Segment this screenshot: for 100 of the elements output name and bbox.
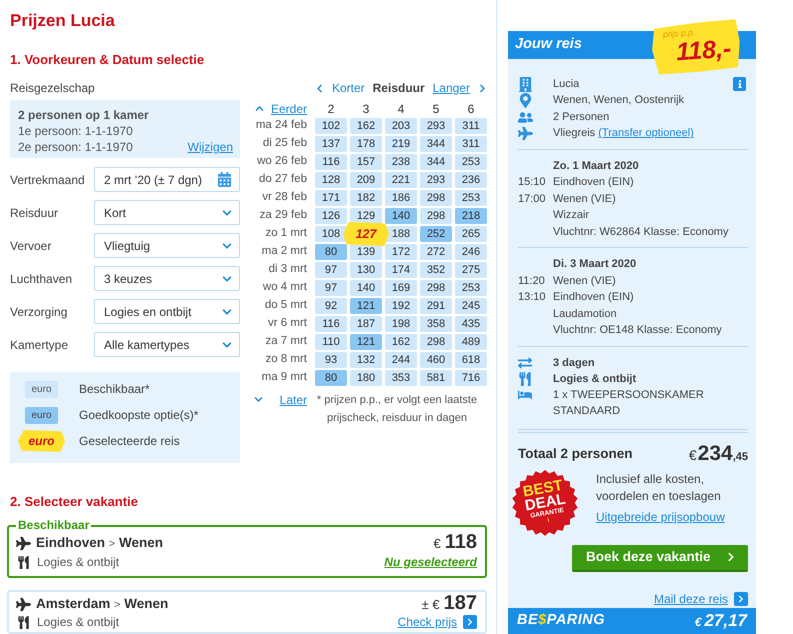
- price-cell[interactable]: 293: [420, 172, 452, 188]
- stay-text: 1 x TWEEPERSOONSKAMER STANDAARD: [553, 388, 705, 419]
- price-cell[interactable]: 716: [455, 370, 487, 386]
- price-cell[interactable]: 192: [385, 298, 417, 314]
- price-cell[interactable]: 489: [455, 334, 487, 350]
- price-cell[interactable]: 102: [315, 118, 347, 134]
- price-cell[interactable]: 128: [315, 172, 347, 188]
- price-cell[interactable]: 298: [420, 334, 452, 350]
- price-cell[interactable]: 352: [420, 262, 452, 278]
- price-cell[interactable]: 116: [315, 154, 347, 170]
- price-cell[interactable]: 236: [455, 172, 487, 188]
- price-cell[interactable]: 116: [315, 316, 347, 332]
- price-cell[interactable]: 203: [385, 118, 417, 134]
- info-icon[interactable]: [733, 77, 746, 92]
- price-cell[interactable]: 92: [315, 298, 347, 314]
- flight-time: 17:00: [518, 192, 546, 207]
- price-cell[interactable]: 162: [385, 334, 417, 350]
- price-cell[interactable]: 110: [315, 334, 347, 350]
- price-cell[interactable]: 298: [420, 190, 452, 206]
- dropdown-field[interactable]: Alle kamertypes: [94, 332, 240, 357]
- holiday-card[interactable]: Amsterdam > Wenen ± € 187 Logies & ontbijt Check prijs: [7, 590, 487, 634]
- price-cell[interactable]: 182: [350, 190, 382, 206]
- price-cell[interactable]: 311: [455, 118, 487, 134]
- flight-date: Zo. 1 Maart 2020: [553, 158, 639, 174]
- price-cell[interactable]: 253: [455, 154, 487, 170]
- price-cell[interactable]: 253: [455, 280, 487, 296]
- price-cell[interactable]: 174: [385, 262, 417, 278]
- price-cell[interactable]: 108: [315, 226, 347, 242]
- price-cell[interactable]: 618: [455, 352, 487, 368]
- price-cell[interactable]: 221: [385, 172, 417, 188]
- price-cell[interactable]: 162: [350, 118, 382, 134]
- price-cell[interactable]: 246: [455, 244, 487, 260]
- price-cell[interactable]: 93: [315, 352, 347, 368]
- price-cell[interactable]: 169: [385, 280, 417, 296]
- price-cell[interactable]: 460: [420, 352, 452, 368]
- price-cell[interactable]: 188: [385, 226, 417, 242]
- selected-link[interactable]: Nu geselecteerd: [384, 553, 477, 571]
- price-cell[interactable]: 157: [350, 154, 382, 170]
- selected-price-tag[interactable]: 127: [343, 222, 389, 246]
- price-cell[interactable]: 187: [350, 316, 382, 332]
- price-cell[interactable]: 80: [315, 244, 347, 260]
- longer-link[interactable]: Langer: [432, 79, 487, 97]
- book-button[interactable]: Boek deze vakantie: [572, 544, 748, 572]
- price-cell[interactable]: 198: [385, 316, 417, 332]
- price-cell[interactable]: 209: [350, 172, 382, 188]
- price-cell[interactable]: 121: [350, 334, 382, 350]
- price-cell[interactable]: 353: [385, 370, 417, 386]
- date-field[interactable]: 2 mrt ’20 (± 7 dgn): [94, 167, 240, 192]
- price-cell[interactable]: 275: [455, 262, 487, 278]
- price-cell[interactable]: 358: [420, 316, 452, 332]
- dropdown-field[interactable]: 3 keuzes: [94, 266, 240, 291]
- price-cell[interactable]: 219: [385, 136, 417, 152]
- price-cell[interactable]: 171: [315, 190, 347, 206]
- price-cell[interactable]: 126: [315, 208, 347, 224]
- price-cell[interactable]: 298: [420, 208, 452, 224]
- price-cell[interactable]: 180: [350, 370, 382, 386]
- price-cell[interactable]: 244: [385, 352, 417, 368]
- check-price-link[interactable]: Check prijs: [398, 613, 477, 631]
- price-cell[interactable]: 139: [350, 244, 382, 260]
- flight-date: Di. 3 Maart 2020: [553, 257, 636, 272]
- price-cell[interactable]: 344: [420, 136, 452, 152]
- price-cell[interactable]: 298: [420, 280, 452, 296]
- price-cell[interactable]: 245: [455, 298, 487, 314]
- price-cell[interactable]: 137: [315, 136, 347, 152]
- later-link[interactable]: Later: [250, 392, 307, 407]
- route-text: Eindhoven > Wenen: [36, 534, 163, 552]
- price-cell[interactable]: 121: [350, 298, 382, 314]
- price-cell[interactable]: 129: [350, 208, 382, 224]
- price-cell[interactable]: 311: [455, 136, 487, 152]
- price-cell[interactable]: 178: [350, 136, 382, 152]
- price-cell[interactable]: 140: [385, 208, 417, 224]
- dropdown-field[interactable]: Kort: [94, 200, 240, 225]
- legend-label: Beschikbaar*: [79, 381, 150, 398]
- price-cell[interactable]: 97: [315, 280, 347, 296]
- dropdown-field[interactable]: Vliegtuig: [94, 233, 240, 258]
- price-cell[interactable]: 172: [385, 244, 417, 260]
- date-label: di 25 feb: [262, 136, 307, 152]
- date-label: zo 8 mrt: [265, 352, 307, 368]
- dropdown-field[interactable]: Logies en ontbijt: [94, 299, 240, 324]
- price-cell[interactable]: 80: [315, 370, 347, 386]
- price-cell[interactable]: 252: [420, 226, 452, 242]
- route-text: Amsterdam > Wenen: [36, 594, 168, 613]
- price-cell[interactable]: 140: [350, 280, 382, 296]
- price-cell[interactable]: 435: [455, 316, 487, 332]
- price-cell[interactable]: 272: [420, 244, 452, 260]
- price-cell[interactable]: 293: [420, 118, 452, 134]
- price-cell[interactable]: 291: [420, 298, 452, 314]
- shorter-link[interactable]: Korter: [315, 79, 365, 97]
- price-cell[interactable]: 265: [455, 226, 487, 242]
- price-cell[interactable]: 218: [455, 208, 487, 224]
- price-cell[interactable]: 186: [385, 190, 417, 206]
- price-cell[interactable]: 253: [455, 190, 487, 206]
- earlier-link[interactable]: Eerder: [250, 100, 307, 118]
- fork-knife-icon: [17, 616, 30, 628]
- price-cell[interactable]: 581: [420, 370, 452, 386]
- price-cell[interactable]: 344: [420, 154, 452, 170]
- price-cell[interactable]: 130: [350, 262, 382, 278]
- price-cell[interactable]: 238: [385, 154, 417, 170]
- price-cell[interactable]: 132: [350, 352, 382, 368]
- price-cell[interactable]: 97: [315, 262, 347, 278]
